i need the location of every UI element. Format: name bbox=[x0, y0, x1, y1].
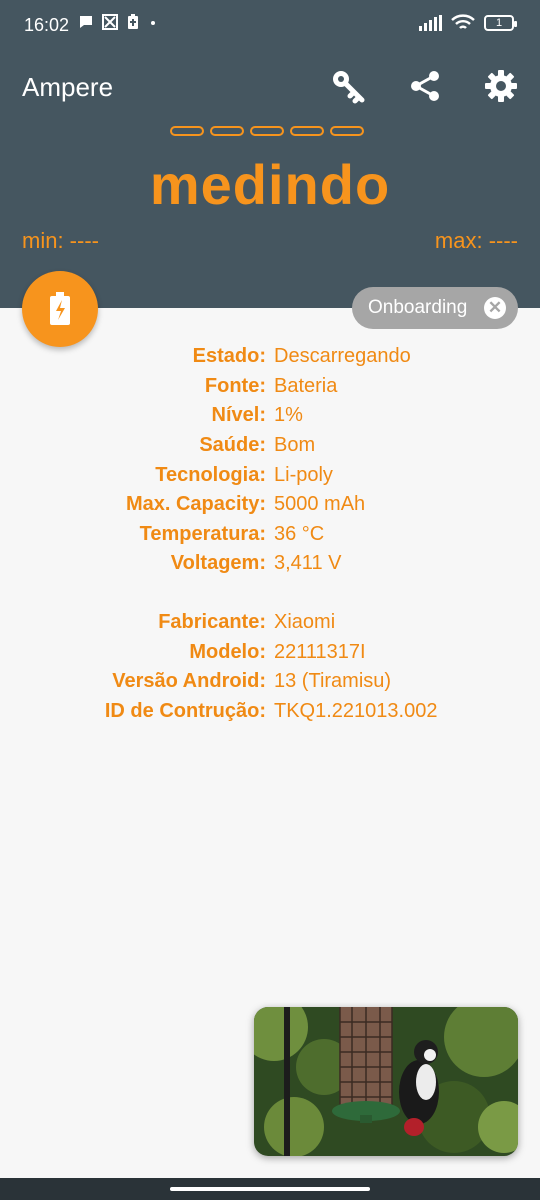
app-title: Ampere bbox=[22, 72, 114, 102]
key-button[interactable] bbox=[328, 66, 368, 106]
measurement-status: medindo bbox=[149, 153, 391, 216]
info-row-build-id: ID de Contrução: TKQ1.221013.002 bbox=[104, 700, 438, 723]
battery-icon: 1 bbox=[484, 15, 517, 31]
navigation-bar bbox=[0, 1178, 540, 1200]
info-row-fabricante: Fabricante: Xiaomi bbox=[158, 611, 336, 634]
status-time: 16:02 bbox=[24, 15, 70, 35]
wifi-icon bbox=[451, 14, 475, 29]
settings-button[interactable] bbox=[481, 66, 521, 106]
chat-notification-icon bbox=[80, 16, 92, 28]
status-bar: 16:02 1 bbox=[0, 0, 540, 48]
device-info-list: Fabricante: Xiaomi Modelo: 22111317I Versã… bbox=[0, 608, 540, 726]
share-icon bbox=[411, 71, 439, 101]
battery-fab[interactable] bbox=[22, 271, 98, 347]
dot-icon bbox=[151, 21, 155, 25]
info-row-fonte: Fonte: Bateria bbox=[204, 374, 338, 397]
battery-notification-icon bbox=[128, 14, 138, 29]
info-row-modelo: Modelo: 22111317I bbox=[189, 640, 366, 663]
max-value: max: ---- bbox=[434, 228, 518, 253]
info-row-estado: Estado: Descarregando bbox=[192, 345, 411, 368]
info-row-capacity: Max. Capacity: 5000 mAh bbox=[125, 493, 366, 516]
info-row-nivel: Nível: 1% bbox=[211, 404, 303, 427]
min-value: min: ---- bbox=[22, 228, 99, 253]
info-row-saude: Saúde: Bom bbox=[199, 434, 316, 457]
close-icon[interactable]: ✕ bbox=[484, 297, 506, 319]
info-row-android: Versão Android: 13 (Tiramisu) bbox=[112, 670, 392, 693]
progress-indicator bbox=[170, 126, 364, 136]
key-icon bbox=[333, 71, 365, 104]
info-row-temperatura: Temperatura: 36 °C bbox=[139, 522, 325, 545]
app-notification-icon bbox=[102, 14, 118, 30]
onboarding-chip[interactable]: Onboarding ✕ bbox=[352, 287, 518, 329]
info-row-voltagem: Voltagem: 3,411 V bbox=[170, 552, 342, 575]
battery-charging-icon bbox=[50, 292, 70, 325]
settings-icon bbox=[485, 70, 517, 102]
info-row-tecnologia: Tecnologia: Li-poly bbox=[155, 463, 333, 486]
share-button[interactable] bbox=[405, 66, 445, 106]
signal-icon bbox=[419, 15, 442, 31]
video-frame-image bbox=[254, 1007, 518, 1156]
onboarding-label: Onboarding bbox=[368, 297, 468, 318]
app-header: Ampere medindo min: ---- max: ---- bbox=[0, 48, 540, 308]
picture-in-picture-video[interactable] bbox=[254, 1007, 518, 1156]
home-gesture-handle[interactable] bbox=[170, 1187, 370, 1191]
battery-info-list: Estado: Descarregando Fonte: Bateria Nível… bbox=[0, 342, 540, 579]
